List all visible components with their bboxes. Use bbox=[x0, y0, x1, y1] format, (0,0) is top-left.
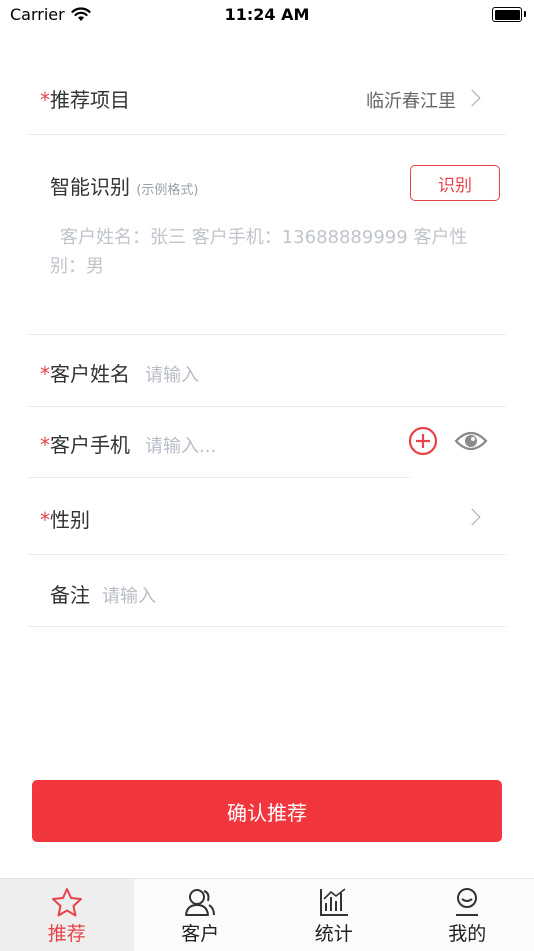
customer-name-input[interactable]: 请输入 bbox=[145, 361, 199, 387]
name-label-wrap: *客户姓名 bbox=[40, 358, 130, 387]
required-mark: * bbox=[40, 362, 50, 386]
remark-label: 备注 bbox=[50, 579, 90, 608]
add-contact-icon[interactable] bbox=[408, 426, 438, 456]
name-label: 客户姓名 bbox=[50, 362, 130, 386]
clock: 11:24 AM bbox=[0, 5, 534, 24]
chevron-right-icon bbox=[464, 509, 481, 526]
chevron-right-icon bbox=[464, 90, 481, 107]
gender-selector-row[interactable]: *性别 bbox=[28, 478, 506, 555]
tab-label: 统计 bbox=[315, 919, 353, 946]
tab-label: 我的 bbox=[448, 919, 486, 946]
tab-bar: 推荐 客户 统计 我的 bbox=[0, 878, 534, 951]
smart-label: 智能识别 bbox=[50, 175, 130, 199]
smart-input-textarea[interactable]: 客户姓名：张三 客户手机：13688889999 客户性别：男 bbox=[50, 223, 490, 281]
project-selector-row[interactable]: *推荐项目 临沂春江里 bbox=[28, 60, 506, 135]
phone-label: 客户手机 bbox=[50, 433, 130, 457]
profile-icon bbox=[451, 887, 483, 917]
tab-statistics[interactable]: 统计 bbox=[267, 879, 401, 951]
gender-label-wrap: *性别 bbox=[40, 504, 90, 533]
smart-recognition-section: 智能识别 (示例格式) 识别 客户姓名：张三 客户手机：13688889999 … bbox=[28, 135, 506, 335]
gender-label: 性别 bbox=[50, 508, 90, 532]
customer-phone-row: *客户手机 请输入... bbox=[28, 407, 410, 478]
project-label: 推荐项目 bbox=[50, 88, 130, 112]
project-label-wrap: *推荐项目 bbox=[40, 84, 130, 113]
tab-customers[interactable]: 客户 bbox=[134, 879, 268, 951]
users-icon bbox=[184, 887, 216, 917]
required-mark: * bbox=[40, 88, 50, 112]
chart-icon bbox=[318, 887, 350, 917]
customer-phone-input[interactable]: 请输入... bbox=[145, 432, 216, 458]
remark-input[interactable]: 请输入 bbox=[102, 582, 156, 608]
required-mark: * bbox=[40, 433, 50, 457]
tab-label: 客户 bbox=[181, 919, 219, 946]
recognize-button[interactable]: 识别 bbox=[410, 165, 500, 201]
battery-icon bbox=[492, 7, 522, 22]
customer-name-row: *客户姓名 请输入 bbox=[28, 335, 506, 407]
eye-icon[interactable] bbox=[454, 429, 488, 453]
tab-profile[interactable]: 我的 bbox=[401, 879, 534, 951]
star-icon bbox=[51, 887, 83, 917]
smart-hint: (示例格式) bbox=[136, 183, 198, 198]
required-mark: * bbox=[40, 508, 50, 532]
remark-row: 备注 请输入 bbox=[28, 555, 506, 627]
tab-label: 推荐 bbox=[48, 919, 86, 946]
phone-label-wrap: *客户手机 bbox=[40, 429, 130, 458]
status-bar: Carrier 11:24 AM bbox=[0, 0, 534, 30]
project-value: 临沂春江里 bbox=[366, 87, 456, 113]
confirm-recommend-button[interactable]: 确认推荐 bbox=[32, 780, 502, 842]
tab-recommend[interactable]: 推荐 bbox=[0, 879, 134, 951]
smart-label-wrap: 智能识别 (示例格式) bbox=[50, 171, 199, 200]
